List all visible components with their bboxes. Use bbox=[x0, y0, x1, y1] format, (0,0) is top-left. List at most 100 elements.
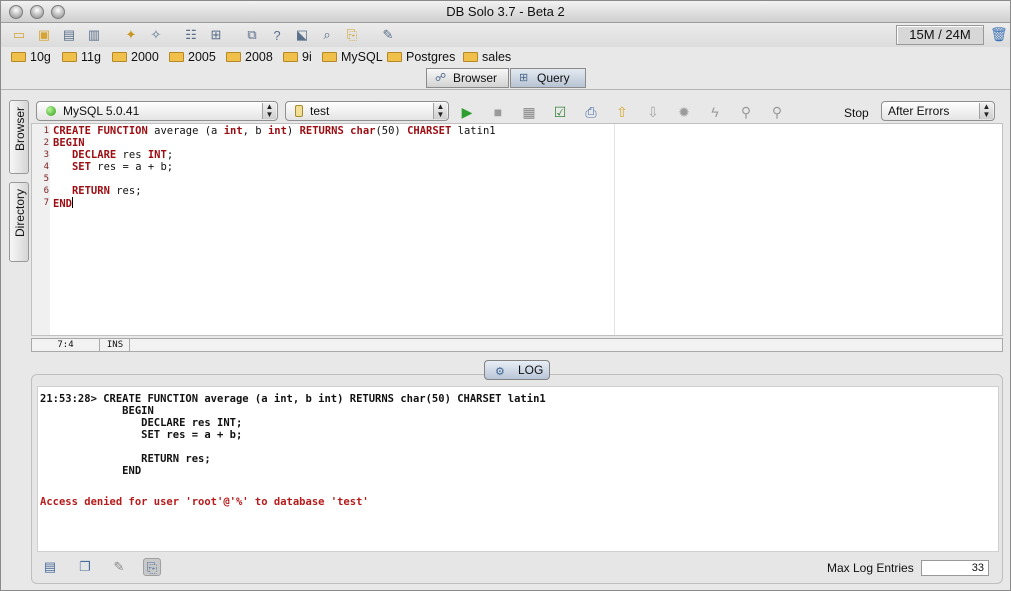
print-icon[interactable]: ⎙ bbox=[582, 103, 600, 121]
database-select[interactable]: test ▲ ▼ bbox=[285, 101, 449, 121]
sql-text: (50) bbox=[375, 125, 408, 137]
sidetab-browser[interactable]: Browser bbox=[9, 100, 29, 174]
open-file-icon[interactable]: ▣ bbox=[35, 26, 53, 44]
tab-query[interactable]: ⊞ Query bbox=[510, 68, 586, 88]
log-line: END bbox=[40, 465, 142, 477]
connect-icon[interactable]: ✦ bbox=[122, 26, 140, 44]
folder-icon bbox=[463, 52, 478, 62]
sql-text: res bbox=[116, 149, 148, 161]
disconnect-plug-icon[interactable]: ⚲ bbox=[768, 103, 786, 121]
sql-keyword: RETURNS bbox=[299, 125, 344, 137]
editor-status-bar: 7:4 INS bbox=[31, 338, 1003, 352]
memory-indicator[interactable]: 15M / 24M bbox=[896, 25, 984, 45]
max-log-entries-input[interactable]: 33 bbox=[921, 560, 989, 576]
bookmark-postgres[interactable]: Postgres bbox=[387, 49, 455, 65]
save-log-icon[interactable]: ▤ bbox=[41, 558, 59, 576]
database-icon bbox=[295, 105, 303, 117]
sql-keyword: int bbox=[267, 125, 287, 137]
log-line: BEGIN bbox=[40, 405, 154, 417]
disconnect-icon[interactable]: ✧ bbox=[147, 26, 165, 44]
commit-icon[interactable]: ☑ bbox=[551, 103, 569, 121]
bookmark-11g[interactable]: 11g bbox=[62, 49, 101, 65]
app-window: DB Solo 3.7 - Beta 2 ▭ ▣ ▤ ▥ ✦ ✧ ☷ ⊞ ⧉ ?… bbox=[0, 0, 1011, 591]
bookmark-2005[interactable]: 2005 bbox=[169, 49, 216, 65]
sql-keyword: DECLARE bbox=[71, 149, 117, 161]
copy-log-icon[interactable]: ❐ bbox=[76, 558, 94, 576]
title-bar: DB Solo 3.7 - Beta 2 bbox=[1, 1, 1010, 23]
save-icon[interactable]: ▤ bbox=[60, 26, 78, 44]
diagram-icon[interactable]: ⬕ bbox=[293, 26, 311, 44]
chevron-updown-icon: ▲ ▼ bbox=[979, 103, 993, 119]
sql-keyword: char bbox=[350, 125, 376, 137]
execute-icon[interactable]: ▶ bbox=[458, 103, 476, 121]
debug-icon[interactable]: ✹ bbox=[675, 103, 693, 121]
stop-mode-select[interactable]: After Errors ▲ ▼ bbox=[881, 101, 995, 121]
code-line: 2 BEGIN bbox=[32, 137, 592, 149]
code-text: END bbox=[53, 197, 73, 210]
editor-margin-line bbox=[614, 124, 615, 335]
attach-log-icon[interactable]: ⎘ bbox=[143, 558, 161, 576]
schema-tree-icon[interactable]: ☷ bbox=[182, 26, 200, 44]
tab-browser[interactable]: ☍ Browser bbox=[426, 68, 509, 88]
code-line: 3 DECLARE res INT; bbox=[32, 149, 592, 161]
text-cursor bbox=[71, 197, 73, 208]
sql-keyword: CHARSET bbox=[407, 125, 452, 137]
line-number: 7 bbox=[43, 198, 49, 208]
insert-mode: INS bbox=[101, 339, 130, 351]
cursor-position: 7:4 bbox=[32, 339, 100, 351]
bookmark-2000[interactable]: 2000 bbox=[112, 49, 159, 65]
main-toolbar: ▭ ▣ ▤ ▥ ✦ ✧ ☷ ⊞ ⧉ ? ⬕ ⌕ ⎘ ✎ 15M / 24M 🗑 bbox=[1, 23, 1010, 47]
close-window-button[interactable] bbox=[9, 5, 23, 19]
table-grid-icon[interactable]: ⊞ bbox=[207, 26, 225, 44]
execute-script-icon[interactable]: ▦ bbox=[520, 103, 538, 121]
log-output[interactable]: 21:53:28> CREATE FUNCTION average (a int… bbox=[37, 386, 999, 552]
query-help-icon[interactable]: ? bbox=[268, 26, 286, 44]
max-log-entries-label: Max Log Entries bbox=[827, 561, 914, 575]
sql-editor[interactable]: 1 CREATE FUNCTION average (a int, b int) … bbox=[31, 123, 1003, 336]
line-number: 3 bbox=[43, 150, 49, 160]
sql-keyword: RETURN bbox=[71, 185, 110, 197]
settings-wizard-icon[interactable]: ✎ bbox=[379, 26, 397, 44]
history-up-icon[interactable]: ⇧ bbox=[613, 103, 631, 121]
connection-bookmarks: 10g 11g 2000 2005 2008 9i MySQL Postgres… bbox=[1, 47, 1010, 67]
connect-plug-icon[interactable]: ⚲ bbox=[737, 103, 755, 121]
sql-keyword: CREATE FUNCTION bbox=[53, 125, 148, 137]
sql-keyword: END bbox=[53, 198, 72, 210]
log-line: RETURN res; bbox=[40, 453, 211, 465]
code-line: 4 SET res = a + b; bbox=[32, 161, 592, 173]
explain-icon[interactable]: ϟ bbox=[706, 103, 724, 121]
log-line: 21:53:28> CREATE FUNCTION average (a int… bbox=[40, 393, 546, 405]
history-down-icon[interactable]: ⇩ bbox=[644, 103, 662, 121]
sql-text: , b bbox=[242, 125, 268, 137]
code-text: BEGIN bbox=[53, 137, 85, 149]
zoom-window-button[interactable] bbox=[51, 5, 65, 19]
compare-icon[interactable]: ⧉ bbox=[243, 26, 261, 44]
bookmark-2008[interactable]: 2008 bbox=[226, 49, 273, 65]
server-select[interactable]: MySQL 5.0.41 ▲ ▼ bbox=[36, 101, 278, 121]
open-folder-icon[interactable]: ▭ bbox=[10, 26, 28, 44]
code-line: 7 END bbox=[32, 197, 592, 210]
sidetab-directory[interactable]: Directory bbox=[9, 182, 29, 262]
query-toolbar: MySQL 5.0.41 ▲ ▼ test ▲ ▼ ▶ ■ ▦ ☑ ⎙ ⇧ ⇩ ✹ … bbox=[36, 101, 1001, 123]
code-line: 6 RETURN res; bbox=[32, 185, 592, 197]
search-icon[interactable]: ⌕ bbox=[318, 26, 336, 44]
query-grid-icon: ⊞ bbox=[519, 72, 529, 84]
stop-execution-icon[interactable]: ■ bbox=[489, 103, 507, 121]
clear-log-icon[interactable]: ✎ bbox=[110, 558, 128, 576]
trash-icon[interactable]: 🗑 bbox=[990, 26, 1008, 44]
bookmark-10g[interactable]: 10g bbox=[11, 49, 51, 65]
bookmark-mysql[interactable]: MySQL bbox=[322, 49, 383, 65]
minimize-window-button[interactable] bbox=[30, 5, 44, 19]
bookmark-9i[interactable]: 9i bbox=[283, 49, 312, 65]
bookmark-sales[interactable]: sales bbox=[463, 49, 511, 65]
sql-text: average (a bbox=[147, 125, 224, 137]
log-toggle-button[interactable]: ⚙ LOG bbox=[484, 360, 550, 380]
export-icon[interactable]: ⎘ bbox=[343, 26, 361, 44]
log-icon: ⚙ bbox=[495, 366, 505, 378]
browser-tree-icon: ☍ bbox=[435, 72, 447, 84]
save-all-icon[interactable]: ▥ bbox=[85, 26, 103, 44]
line-number: 6 bbox=[43, 186, 49, 196]
editor-log-splitter[interactable] bbox=[31, 354, 1003, 358]
